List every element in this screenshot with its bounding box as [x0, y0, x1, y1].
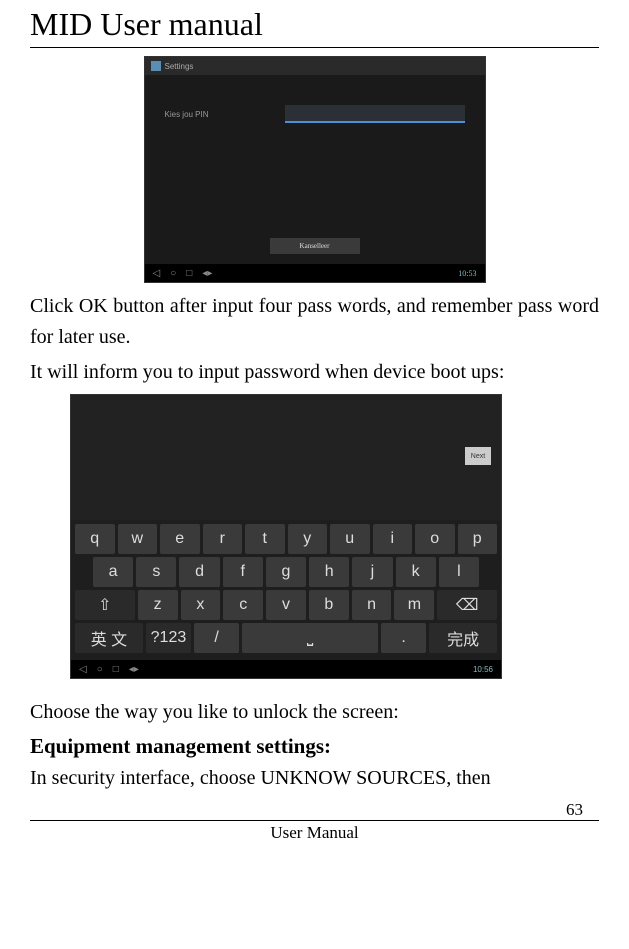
keyboard-row-2: a s d f g h j k l — [75, 557, 497, 587]
page-title: MID User manual — [30, 6, 599, 43]
key-o[interactable]: o — [415, 524, 455, 554]
nav-home-icon[interactable]: ○ — [97, 664, 103, 675]
statusbar-clock: 10:53 — [458, 269, 476, 278]
key-w[interactable]: w — [118, 524, 158, 554]
key-b[interactable]: b — [309, 590, 349, 620]
pin-input[interactable] — [285, 105, 465, 123]
key-d[interactable]: d — [179, 557, 219, 587]
paragraph-3: Choose the way you like to unlock the sc… — [30, 697, 599, 728]
key-r[interactable]: r — [203, 524, 243, 554]
statusbar-clock: 10:56 — [473, 665, 493, 674]
header-rule — [30, 47, 599, 48]
keyboard-row-3: ⇧ z x c v b n m ⌫ — [75, 590, 497, 620]
keyboard-row-1: q w e r t y u i o p — [75, 524, 497, 554]
nav-back-icon[interactable]: ◁ — [153, 268, 161, 279]
key-p[interactable]: p — [458, 524, 498, 554]
pin-field-label: Kies jou PIN — [165, 110, 285, 119]
key-i[interactable]: i — [373, 524, 413, 554]
key-lang[interactable]: 英 文 — [75, 623, 143, 653]
key-space[interactable]: ⎵ — [242, 623, 378, 653]
key-j[interactable]: j — [352, 557, 392, 587]
key-m[interactable]: m — [394, 590, 434, 620]
nav-vol-icon[interactable]: ◂▸ — [129, 664, 139, 675]
cancel-button[interactable]: Kanselleer — [270, 238, 360, 254]
footer-rule — [30, 820, 599, 821]
key-l[interactable]: l — [439, 557, 479, 587]
key-t[interactable]: t — [245, 524, 285, 554]
key-e[interactable]: e — [160, 524, 200, 554]
key-h[interactable]: h — [309, 557, 349, 587]
paragraph-4: In security interface, choose UNKNOW SOU… — [30, 763, 599, 794]
key-symbols[interactable]: ?123 — [146, 623, 191, 653]
key-done[interactable]: 完成 — [429, 623, 497, 653]
page-number: 63 — [30, 800, 599, 820]
key-a[interactable]: a — [93, 557, 133, 587]
nav-recent-icon[interactable]: □ — [186, 268, 192, 279]
section-heading: Equipment management settings: — [30, 734, 599, 759]
settings-app-icon — [151, 61, 161, 71]
onscreen-keyboard: q w e r t y u i o p a s d f g h j k l — [71, 520, 501, 660]
key-g[interactable]: g — [266, 557, 306, 587]
key-v[interactable]: v — [266, 590, 306, 620]
nav-back-icon[interactable]: ◁ — [79, 664, 87, 675]
key-n[interactable]: n — [352, 590, 392, 620]
next-button[interactable]: Next — [465, 447, 491, 465]
screenshot-keyboard: Next q w e r t y u i o p a s d f g h — [70, 394, 502, 679]
paragraph-1: Click OK button after input four pass wo… — [30, 291, 599, 353]
footer-label: User Manual — [30, 823, 599, 843]
key-backspace[interactable]: ⌫ — [437, 590, 497, 620]
key-q[interactable]: q — [75, 524, 115, 554]
key-shift[interactable]: ⇧ — [75, 590, 135, 620]
key-k[interactable]: k — [396, 557, 436, 587]
key-z[interactable]: z — [138, 590, 178, 620]
paragraph-2: It will inform you to input password whe… — [30, 357, 599, 388]
key-c[interactable]: c — [223, 590, 263, 620]
nav-vol-icon[interactable]: ◂▸ — [202, 268, 212, 279]
key-slash[interactable]: / — [194, 623, 239, 653]
key-s[interactable]: s — [136, 557, 176, 587]
keyboard-row-4: 英 文 ?123 / ⎵ . 完成 — [75, 623, 497, 653]
key-u[interactable]: u — [330, 524, 370, 554]
key-period[interactable]: . — [381, 623, 426, 653]
screenshot-pin-settings: Settings Kies jou PIN Kanselleer ◁ ○ □ ◂… — [144, 56, 486, 283]
settings-app-title: Settings — [165, 62, 194, 71]
nav-home-icon[interactable]: ○ — [170, 268, 176, 279]
key-f[interactable]: f — [223, 557, 263, 587]
key-y[interactable]: y — [288, 524, 328, 554]
nav-recent-icon[interactable]: □ — [113, 664, 119, 675]
key-x[interactable]: x — [181, 590, 221, 620]
